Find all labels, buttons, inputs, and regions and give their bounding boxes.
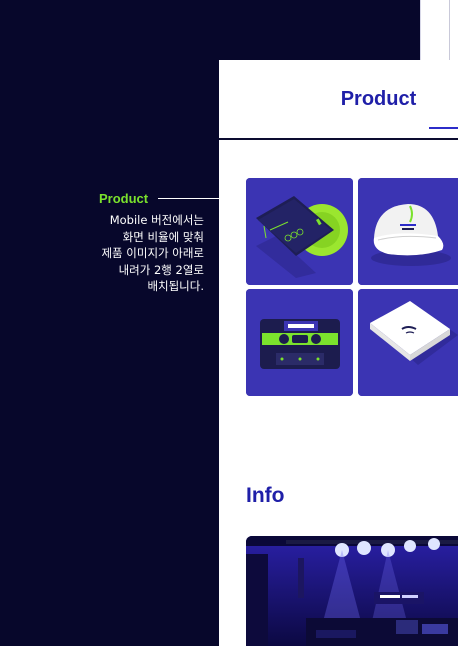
cassette-icon — [246, 289, 353, 396]
tshirt-icon — [358, 289, 458, 396]
description-line: 화면 비율에 맞춰 — [122, 229, 204, 244]
product-tile-cassette[interactable] — [246, 289, 353, 396]
annotation-label: Product — [99, 191, 149, 206]
vinyl-record-icon — [246, 178, 353, 285]
product-tile-vinyl[interactable] — [246, 178, 353, 285]
mobile-page-panel: Product Info — [219, 60, 458, 646]
cap-icon — [358, 178, 458, 285]
header-accent-line — [429, 127, 458, 129]
concert-stage-icon — [246, 536, 458, 646]
info-section-title: Info — [246, 484, 285, 507]
product-tile-cap[interactable] — [358, 178, 458, 285]
background-page-strip — [420, 0, 458, 60]
panel-header: Product — [219, 60, 458, 140]
description-line: 제품 이미지가 아래로 — [101, 246, 204, 260]
page-title: Product — [340, 88, 417, 110]
description-line: 내려가 2행 2열로 — [118, 262, 204, 277]
description-line: Mobile 버전에서는 — [109, 213, 204, 227]
annotation-description: Mobile 버전에서는 화면 비율에 맞춰 제품 이미지가 아래로 내려가 2… — [74, 212, 204, 295]
concert-hall-image — [246, 536, 458, 646]
product-tile-tshirt[interactable] — [358, 289, 458, 396]
header-divider — [219, 138, 458, 140]
description-line: 배치됩니다. — [147, 279, 204, 293]
